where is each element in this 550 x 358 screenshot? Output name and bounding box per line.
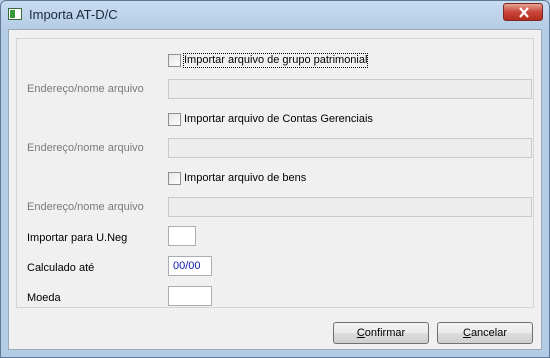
endereco3-label: Endereço/nome arquivo: [27, 201, 144, 213]
app-icon: [8, 8, 22, 20]
importar-para-field[interactable]: [168, 226, 196, 246]
window-title: Importa AT-D/C: [29, 7, 118, 22]
cancelar-mnemonic: C: [462, 327, 471, 339]
endereco3-field[interactable]: [168, 197, 532, 217]
endereco1-label: Endereço/nome arquivo: [27, 83, 144, 95]
moeda-field[interactable]: [168, 286, 212, 306]
import-grupo-label[interactable]: Importar arquivo de grupo patrimonial: [182, 53, 369, 68]
import-bens-checkbox-row[interactable]: Importar arquivo de bens: [168, 172, 318, 186]
confirmar-button[interactable]: Confirmar: [333, 322, 429, 344]
moeda-label: Moeda: [27, 292, 61, 304]
title-bar[interactable]: Importa AT-D/C: [1, 1, 549, 29]
import-bens-checkbox[interactable]: [168, 172, 181, 185]
dialog-window: Importa AT-D/C Importar arquivo de grupo…: [0, 0, 550, 358]
import-contas-checkbox-row[interactable]: Importar arquivo de Contas Gerenciais: [168, 113, 378, 127]
calculado-ate-field[interactable]: [168, 256, 212, 276]
import-bens-label[interactable]: Importar arquivo de bens: [184, 172, 306, 185]
form-panel: Importar arquivo de grupo patrimonial En…: [16, 38, 534, 308]
cancelar-button[interactable]: Cancelar: [437, 322, 533, 344]
dialog-body: Importar arquivo de grupo patrimonial En…: [8, 29, 542, 350]
import-grupo-checkbox-row[interactable]: Importar arquivo de grupo patrimonial: [168, 53, 378, 68]
endereco2-field[interactable]: [168, 138, 532, 158]
import-grupo-checkbox[interactable]: [168, 54, 181, 67]
cancelar-label: ancelar: [470, 327, 508, 339]
confirmar-label: onfirmar: [364, 327, 406, 339]
import-contas-checkbox[interactable]: [168, 113, 181, 126]
confirmar-mnemonic: C: [356, 327, 365, 339]
importar-para-label: Importar para U.Neg: [27, 232, 128, 244]
import-contas-label[interactable]: Importar arquivo de Contas Gerenciais: [184, 113, 373, 126]
close-icon: [519, 7, 529, 18]
calculado-ate-label: Calculado até: [27, 262, 95, 274]
endereco1-field[interactable]: [168, 79, 532, 99]
endereco2-label: Endereço/nome arquivo: [27, 142, 144, 154]
close-button[interactable]: [503, 3, 543, 21]
